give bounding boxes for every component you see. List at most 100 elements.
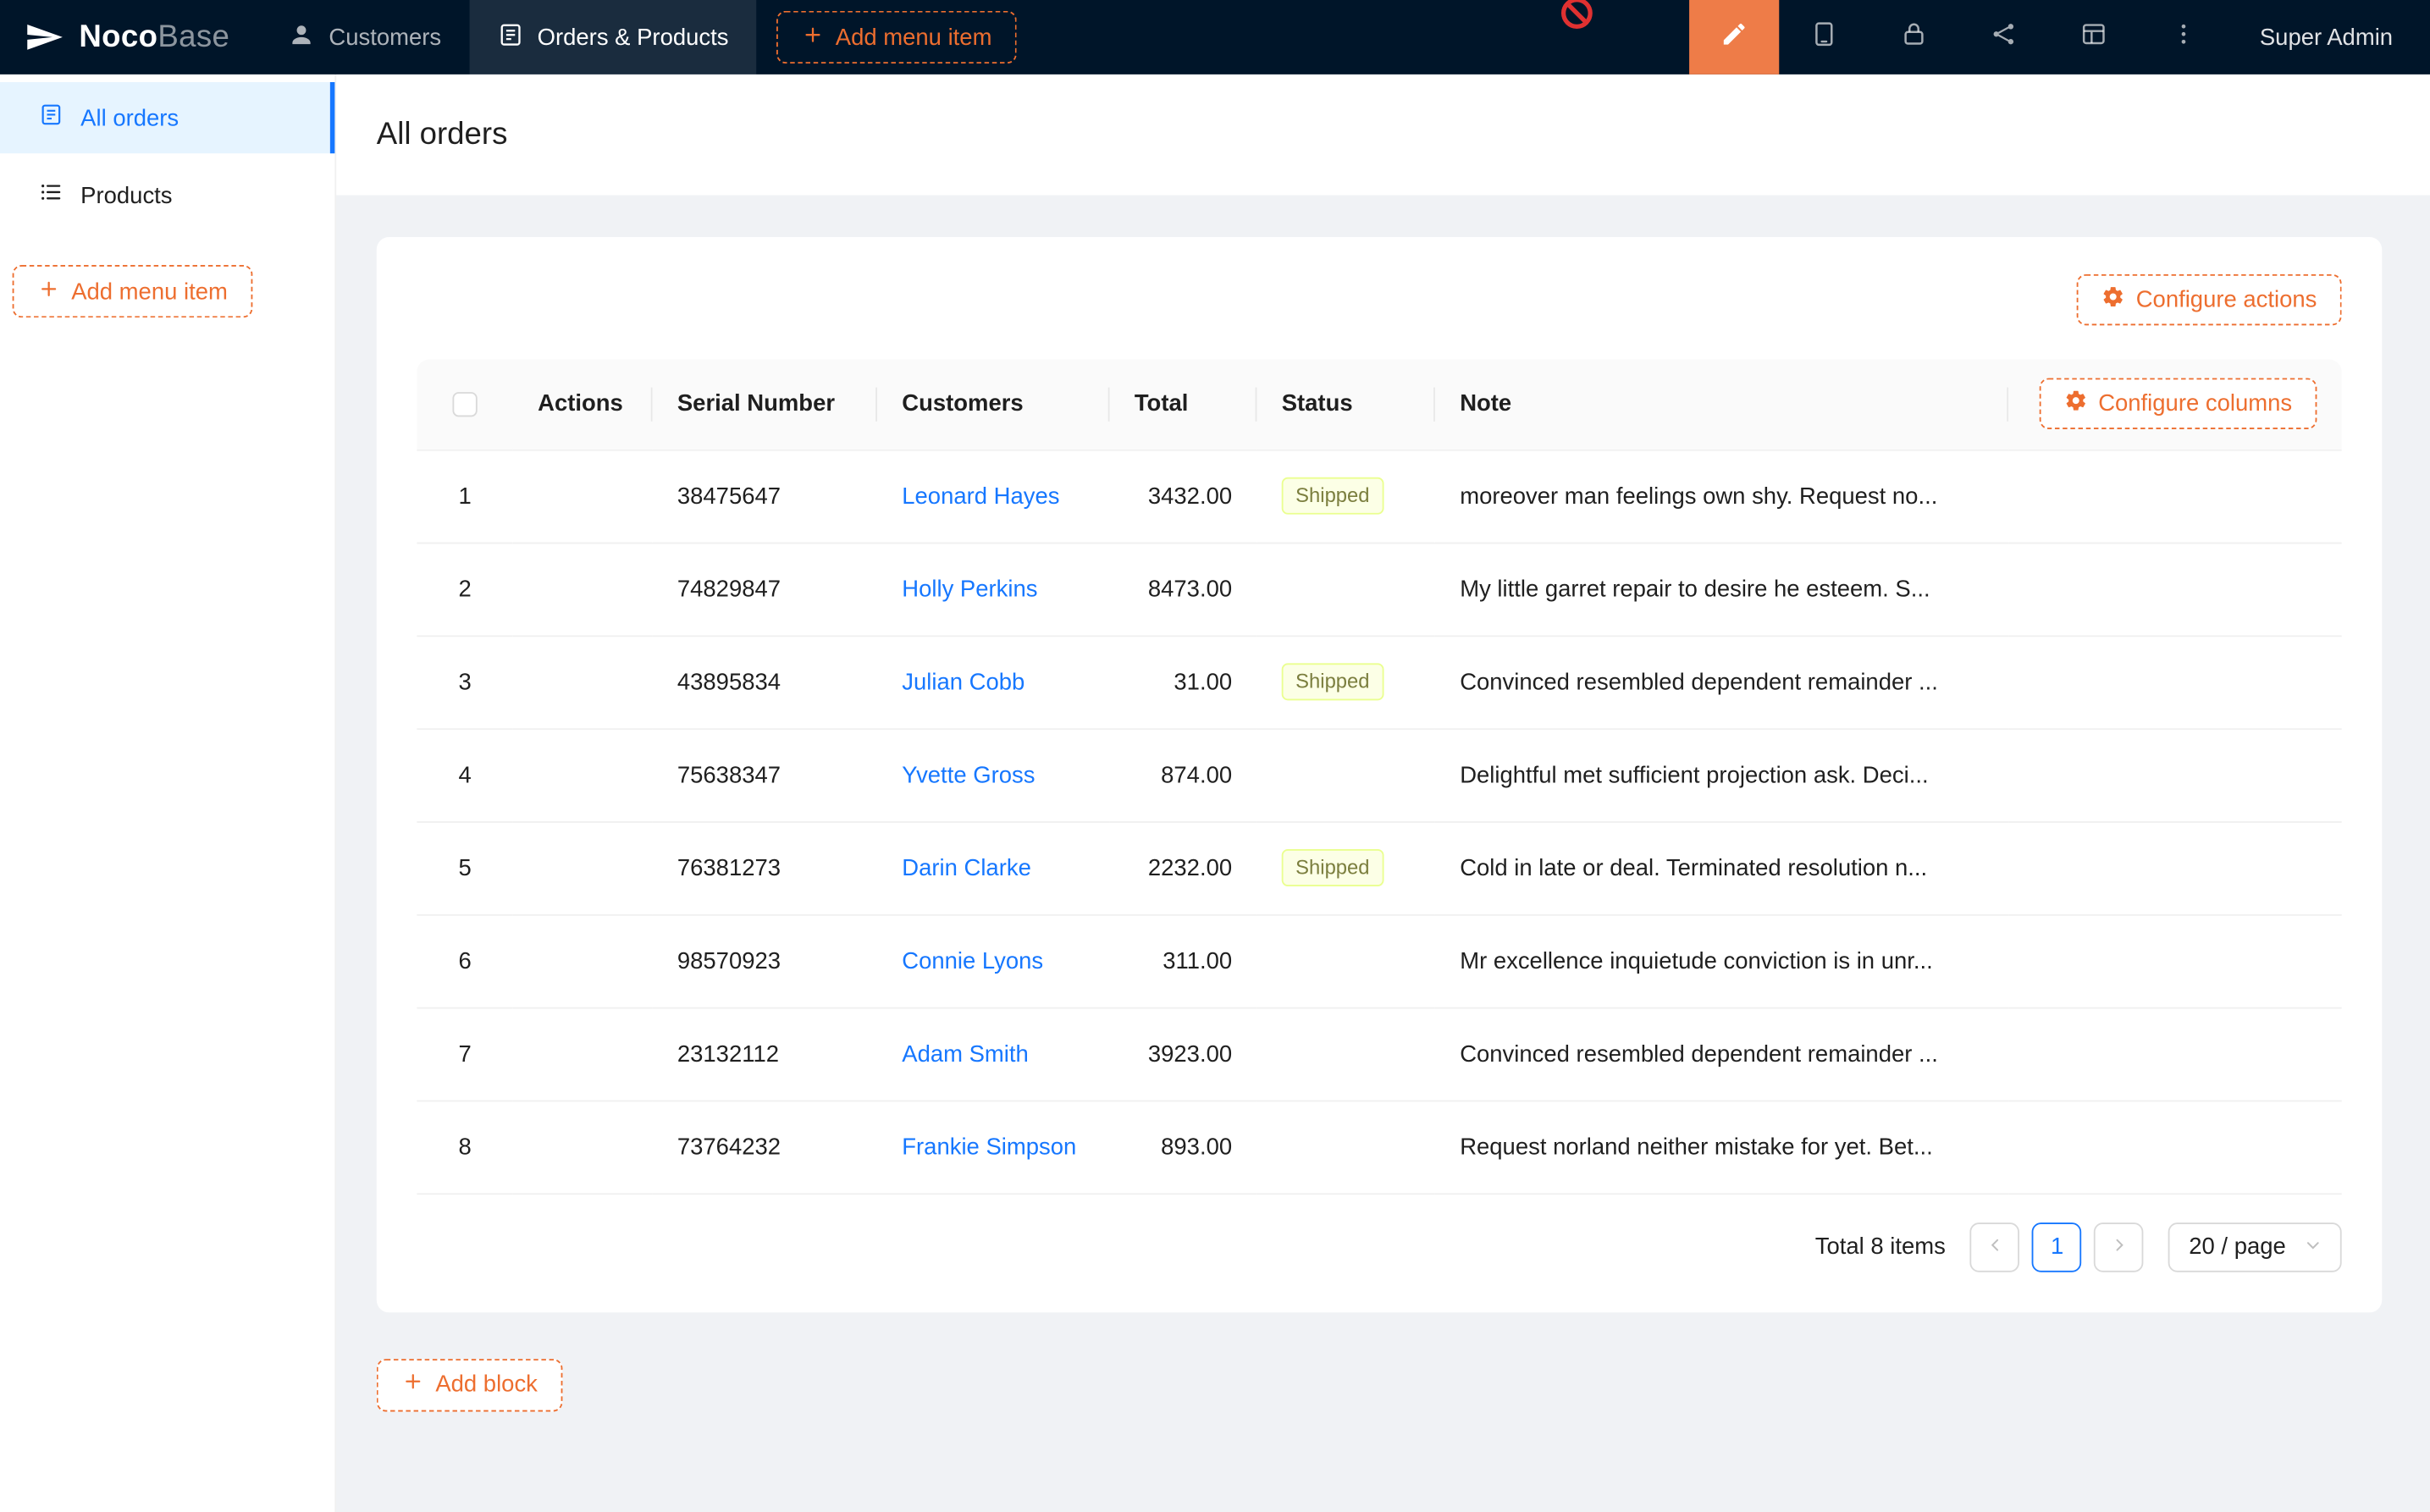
pagination: Total 8 items 1 (417, 1222, 2341, 1272)
pagination-page-1[interactable]: 1 (2032, 1222, 2082, 1272)
table-row[interactable]: 6 98570923 Connie Lyons 311.00 Mr excell… (417, 914, 2341, 1007)
layout: All orders Products Add menu item All or… (0, 74, 2430, 1512)
menu-item-customers[interactable]: Customers (261, 0, 469, 74)
row-index: 5 (417, 821, 512, 914)
unordered-list-icon (39, 179, 64, 211)
table-row[interactable]: 3 43895834 Julian Cobb 31.00 Shipped Con… (417, 635, 2341, 728)
customer-link[interactable]: Darin Clarke (902, 854, 1031, 880)
plus-icon (401, 1370, 424, 1399)
total-cell: 3923.00 (1110, 1007, 1257, 1101)
brand-logo[interactable]: NocoBase (0, 19, 261, 55)
row-index: 8 (417, 1101, 512, 1194)
brand-name-light: Base (157, 19, 229, 53)
select-all-checkbox[interactable] (452, 393, 477, 417)
main-menu: Customers Orders & Products Add menu ite… (261, 0, 1017, 74)
sidebar-item-label: All orders (80, 105, 179, 131)
table-row[interactable]: 7 23132112 Adam Smith 3923.00 Convinced … (417, 1007, 2341, 1101)
status-tag: Shipped (1282, 849, 1383, 886)
configure-actions-button[interactable]: Configure actions (2077, 274, 2342, 325)
serial-number-cell: 76381273 (653, 821, 877, 914)
customer-link[interactable]: Adam Smith (902, 1040, 1029, 1067)
configure-columns-button[interactable]: Configure columns (2040, 378, 2317, 429)
table-row[interactable]: 5 76381273 Darin Clarke 2232.00 Shipped … (417, 821, 2341, 914)
row-config-cell (2008, 1007, 2342, 1101)
customer-link[interactable]: Holly Perkins (902, 576, 1037, 602)
menu-item-label: Orders & Products (538, 24, 729, 50)
serial-number-cell: 74829847 (653, 543, 877, 636)
row-actions-cell (513, 821, 653, 914)
customer-link[interactable]: Connie Lyons (902, 947, 1043, 974)
gear-icon (2101, 285, 2124, 315)
customer-link[interactable]: Leonard Hayes (902, 483, 1059, 509)
note-cell: Convinced resembled dependent remainder … (1435, 635, 2008, 728)
row-config-cell (2008, 635, 2342, 728)
pen-icon (1720, 19, 1748, 55)
tablet-icon (1810, 19, 1838, 55)
pagination-prev-button[interactable] (1970, 1222, 2020, 1272)
api-button[interactable] (1959, 0, 2049, 74)
note-cell: My little garret repair to desire he est… (1435, 543, 2008, 636)
total-cell: 893.00 (1110, 1101, 1257, 1194)
sidebar-item-all-orders[interactable]: All orders (0, 82, 334, 153)
page-content: Configure actions Actions Serial Number (336, 196, 2430, 1512)
menu-item-label: Customers (329, 24, 441, 50)
form-icon (497, 21, 523, 53)
serial-number-cell: 73764232 (653, 1101, 877, 1194)
plus-icon (802, 23, 825, 52)
menu-item-orders-products[interactable]: Orders & Products (469, 0, 756, 74)
share-nodes-icon (1990, 19, 2018, 55)
pagination-next-button[interactable] (2095, 1222, 2145, 1272)
main-area: All orders Configure actions (336, 74, 2430, 1512)
user-icon (289, 21, 315, 53)
row-index: 4 (417, 728, 512, 821)
plugin-manager-button[interactable] (2049, 0, 2139, 74)
row-actions-cell (513, 635, 653, 728)
ui-editor-button[interactable] (1689, 0, 1779, 74)
configure-columns-header: Configure columns (2008, 360, 2342, 450)
add-block-button[interactable]: Add block (377, 1358, 562, 1410)
sidebar-item-products[interactable]: Products (0, 160, 334, 231)
table-row[interactable]: 8 73764232 Frankie Simpson 893.00 Reques… (417, 1101, 2341, 1194)
layout-icon (2080, 19, 2108, 55)
customer-link[interactable]: Julian Cobb (902, 669, 1024, 695)
access-control-button[interactable] (1869, 0, 1959, 74)
mobile-client-button[interactable] (1779, 0, 1869, 74)
total-cell: 31.00 (1110, 635, 1257, 728)
row-config-cell (2008, 821, 2342, 914)
row-actions-cell (513, 450, 653, 543)
pagination-total: Total 8 items (1815, 1233, 1946, 1260)
table-row[interactable]: 1 38475647 Leonard Hayes 3432.00 Shipped… (417, 450, 2341, 543)
column-header-status: Status (1256, 360, 1434, 450)
navbar-add-menu-item-button[interactable]: Add menu item (776, 11, 1017, 63)
chevron-left-icon (1986, 1233, 2003, 1260)
chevron-right-icon (2111, 1233, 2128, 1260)
orders-table-block: Configure actions Actions Serial Number (377, 237, 2382, 1311)
serial-number-cell: 75638347 (653, 728, 877, 821)
sidebar-add-menu-item-button[interactable]: Add menu item (13, 265, 253, 317)
row-index: 2 (417, 543, 512, 636)
page-size-select[interactable]: 20 / page (2168, 1222, 2341, 1272)
row-actions-cell (513, 914, 653, 1007)
user-menu[interactable]: Super Admin (2228, 24, 2430, 50)
note-cell: Convinced resembled dependent remainder … (1435, 1007, 2008, 1101)
table-row[interactable]: 2 74829847 Holly Perkins 8473.00 My litt… (417, 543, 2341, 636)
navbar-tools: Super Admin (1689, 0, 2430, 74)
more-actions-button[interactable] (2139, 0, 2228, 74)
customer-link[interactable]: Frankie Simpson (902, 1134, 1076, 1160)
note-cell: Cold in late or deal. Terminated resolut… (1435, 821, 2008, 914)
sidebar-add-menu-item-label: Add menu item (71, 279, 228, 305)
customer-link[interactable]: Yvette Gross (902, 762, 1035, 788)
note-cell: Mr excellence inquietude conviction is i… (1435, 914, 2008, 1007)
row-config-cell (2008, 1101, 2342, 1194)
status-tag: Shipped (1282, 663, 1383, 700)
sidebar: All orders Products Add menu item (0, 74, 336, 1512)
table-row[interactable]: 4 75638347 Yvette Gross 874.00 Delightfu… (417, 728, 2341, 821)
total-cell: 2232.00 (1110, 821, 1257, 914)
page-header: All orders (336, 74, 2430, 196)
serial-number-cell: 23132112 (653, 1007, 877, 1101)
total-cell: 874.00 (1110, 728, 1257, 821)
note-cell: Request norland neither mistake for yet.… (1435, 1101, 2008, 1194)
page-title: All orders (377, 117, 508, 152)
row-index: 6 (417, 914, 512, 1007)
brand-name: NocoBase (79, 19, 229, 55)
